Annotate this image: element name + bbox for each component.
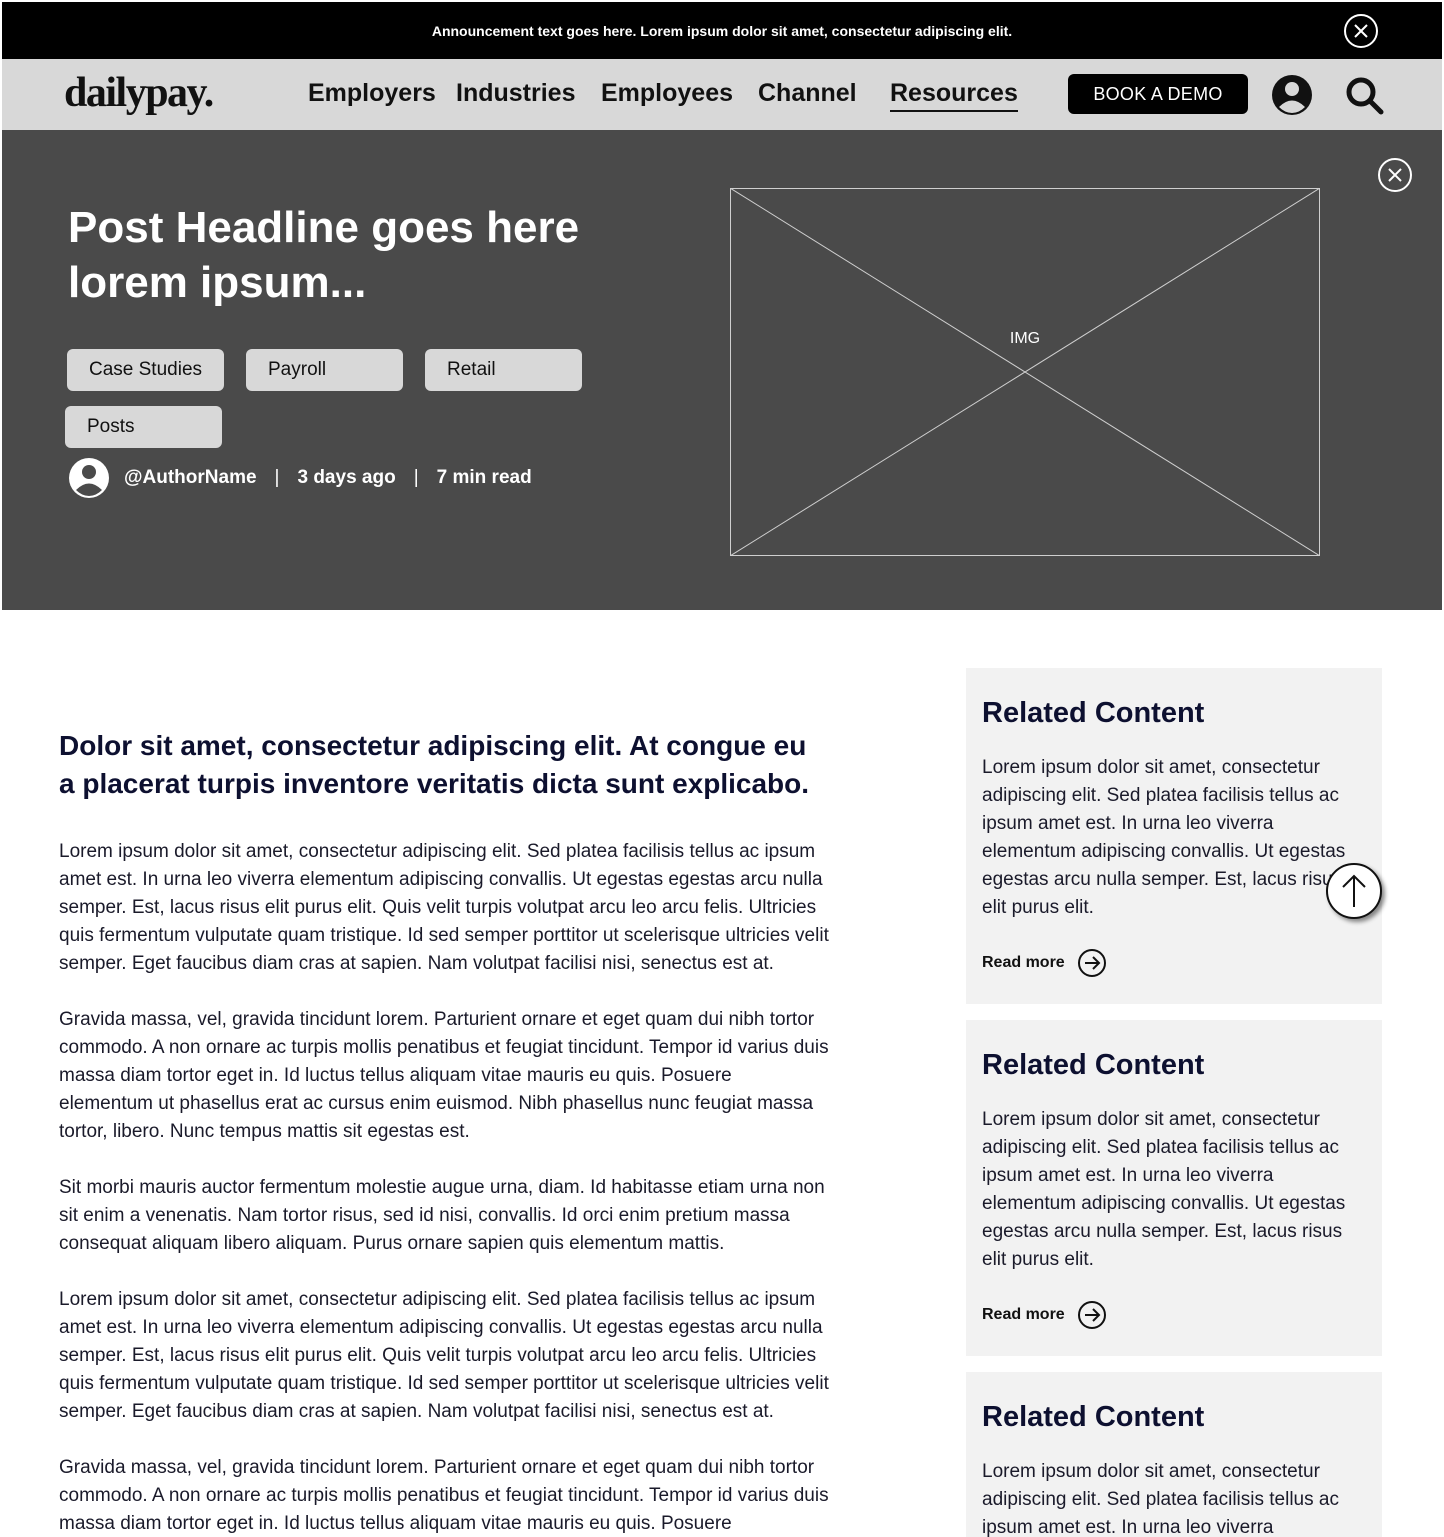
card-title: Related Content: [982, 1049, 1205, 1081]
arrow-right-circle-icon: [1077, 949, 1106, 977]
related-content-card: Related Content Lorem ipsum dolor sit am…: [966, 1372, 1382, 1537]
related-content-card: Related Content Lorem ipsum dolor sit am…: [966, 1020, 1382, 1356]
image-label: IMG: [1009, 330, 1041, 347]
search-icon[interactable]: [1344, 75, 1384, 115]
article-paragraph: Gravida massa, vel, gravida tincidunt lo…: [59, 1009, 829, 1142]
card-text: Lorem ipsum dolor sit amet, consectetur …: [982, 1461, 1339, 1537]
read-more-link[interactable]: Read more: [982, 1300, 1366, 1330]
main-nav: dailypay. Employers Industries Employees…: [2, 59, 1442, 130]
close-icon: [1388, 168, 1402, 182]
image-placeholder-icon: [729, 187, 1321, 557]
announcement-bar: Announcement text goes here. Lorem ipsum…: [2, 2, 1442, 59]
article-paragraph: Sit morbi mauris auctor fermentum molest…: [59, 1177, 825, 1254]
scroll-to-top-button[interactable]: [1326, 863, 1382, 919]
hero-image-placeholder: IMG: [729, 187, 1321, 557]
read-more-label: Read more: [982, 954, 1065, 971]
read-time: 7 min read: [436, 467, 532, 488]
article-paragraph: Lorem ipsum dolor sit amet, consectetur …: [59, 841, 829, 974]
card-text: Lorem ipsum dolor sit amet, consectetur …: [982, 757, 1346, 918]
arrow-right-circle-icon: [1077, 1301, 1106, 1329]
hero-close-button[interactable]: [1378, 158, 1412, 192]
avatar-icon: [69, 458, 109, 498]
logo[interactable]: dailypay.: [64, 69, 214, 117]
tag-retail[interactable]: Retail: [425, 349, 582, 391]
card-title: Related Content: [982, 697, 1205, 729]
announcement-text: Announcement text goes here. Lorem ipsum…: [431, 22, 1013, 39]
meta-separator: |: [274, 467, 280, 488]
nav-link-industries[interactable]: Industries: [456, 79, 575, 108]
post-date: 3 days ago: [297, 467, 396, 488]
nav-link-channel[interactable]: Channel: [758, 79, 857, 108]
nav-link-employees[interactable]: Employees: [601, 79, 733, 108]
card-text: Lorem ipsum dolor sit amet, consectetur …: [982, 1109, 1346, 1270]
article-paragraph: Lorem ipsum dolor sit amet, consectetur …: [59, 1289, 829, 1422]
nav-link-resources[interactable]: Resources: [890, 79, 1018, 112]
read-more-link[interactable]: Read more: [982, 948, 1366, 978]
nav-link-employers[interactable]: Employers: [308, 79, 436, 108]
tag-payroll[interactable]: Payroll: [246, 349, 403, 391]
hero-section: Post Headline goes here lorem ipsum... C…: [2, 130, 1442, 610]
article-lead: Dolor sit amet, consectetur adipiscing e…: [59, 730, 810, 799]
post-headline: Post Headline goes here lorem ipsum...: [68, 203, 580, 307]
meta-separator: |: [413, 467, 419, 488]
author-name[interactable]: @AuthorName: [124, 467, 257, 489]
article-paragraph: Gravida massa, vel, gravida tincidunt lo…: [59, 1457, 829, 1534]
post-meta: @AuthorName | 3 days ago | 7 min read: [68, 457, 532, 499]
card-title: Related Content: [982, 1401, 1205, 1433]
read-more-label: Read more: [982, 1306, 1065, 1323]
tag-case-studies[interactable]: Case Studies: [67, 349, 224, 391]
close-icon: [1354, 24, 1368, 38]
announcement-close-button[interactable]: [1344, 14, 1378, 48]
book-demo-button[interactable]: BOOK A DEMO: [1068, 74, 1248, 114]
page: Announcement text goes here. Lorem ipsum…: [2, 2, 1442, 1537]
related-content-card: Related Content Lorem ipsum dolor sit am…: [966, 668, 1382, 1004]
arrow-up-icon: [1342, 874, 1366, 907]
tag-posts[interactable]: Posts: [65, 406, 222, 448]
user-icon[interactable]: [1271, 74, 1313, 116]
